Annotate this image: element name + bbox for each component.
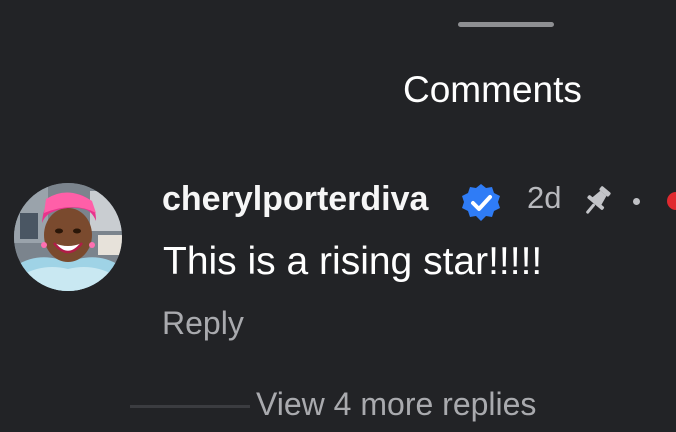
separator-dot: [633, 198, 640, 205]
view-more-replies-button[interactable]: View 4 more replies: [256, 383, 536, 425]
avatar[interactable]: [14, 183, 122, 291]
sheet-title: Comments: [403, 69, 582, 110]
verified-badge-icon: [462, 184, 500, 221]
comment-timestamp: 2d: [527, 180, 562, 215]
reply-button[interactable]: Reply: [162, 302, 244, 344]
drag-handle[interactable]: [458, 22, 554, 27]
avatar-image: [14, 183, 122, 291]
replies-divider: [130, 405, 250, 408]
comment-username[interactable]: cherylporterdiva: [162, 177, 428, 221]
notification-dot: [667, 192, 676, 210]
pin-icon: [586, 186, 611, 214]
comment-text: This is a rising star!!!!!: [163, 240, 543, 283]
comments-sheet: Comments cherylporterdiva 2d This is a r…: [0, 0, 676, 432]
